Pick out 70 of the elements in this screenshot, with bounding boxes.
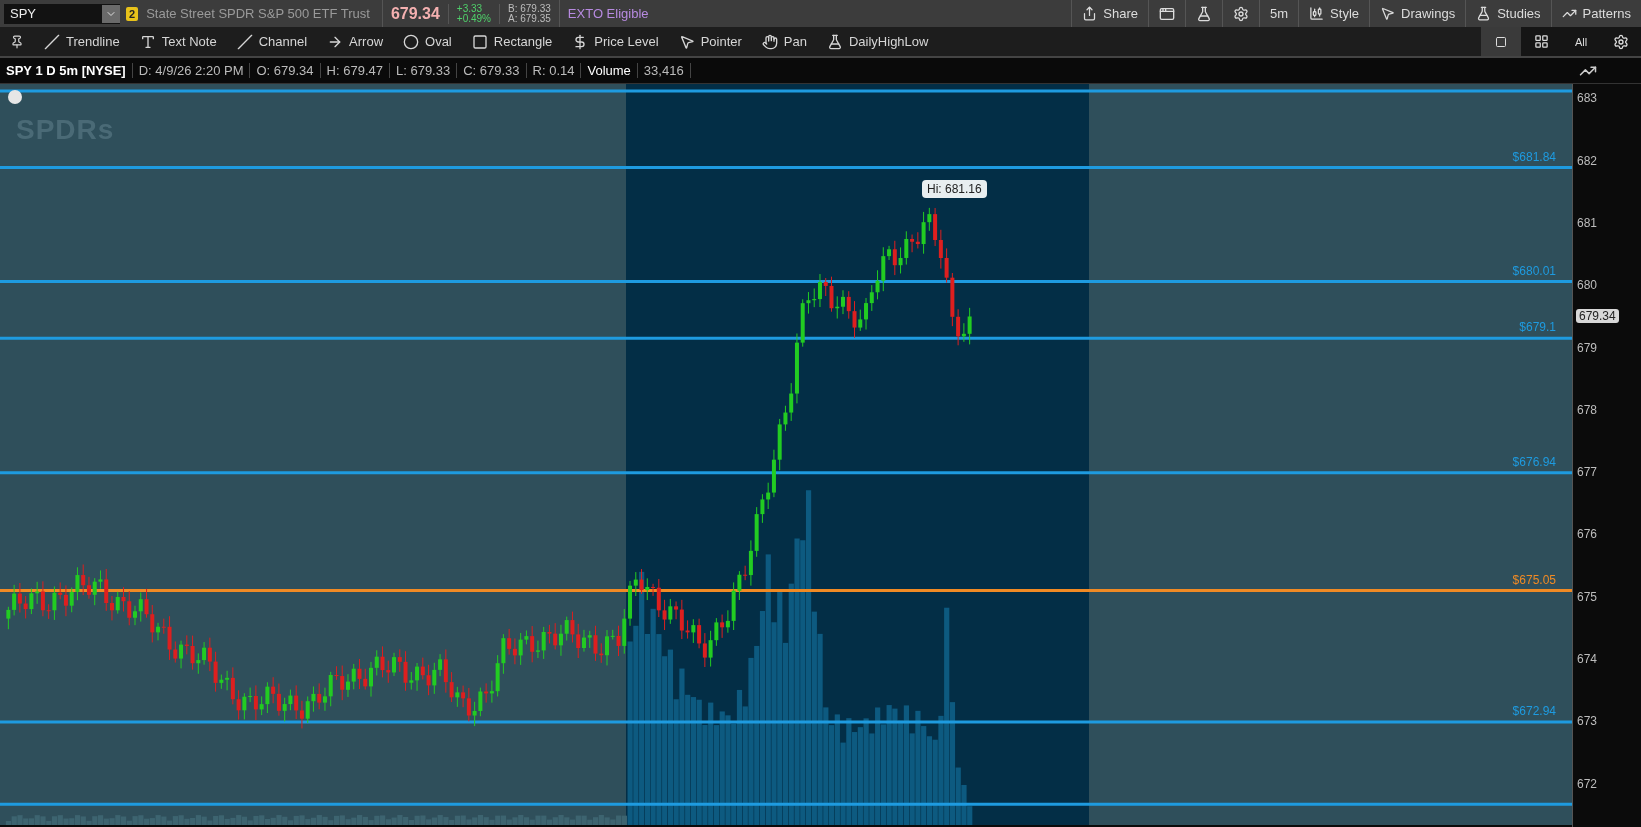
hand-icon bbox=[761, 33, 778, 50]
high-price-bubble: Hi: 681.16 bbox=[922, 180, 987, 198]
price-level-label: $680.01 bbox=[1512, 263, 1556, 278]
flask-icon bbox=[1476, 6, 1492, 21]
net-change: +3.33 bbox=[456, 3, 484, 14]
ohlc-value: D: 4/9/26 2:20 PM bbox=[132, 63, 251, 78]
drawing-tool-button[interactable]: Trendline bbox=[34, 27, 130, 56]
ohlc-value: O: 679.34 bbox=[250, 63, 321, 78]
price-axis-label: 678 bbox=[1577, 402, 1598, 417]
price-level-label: $675.05 bbox=[1512, 572, 1556, 587]
pointer-icon bbox=[1380, 6, 1395, 21]
share-icon bbox=[1082, 6, 1098, 21]
grid-layout-icon bbox=[1533, 34, 1549, 49]
percent-change: +0.49% bbox=[456, 13, 491, 24]
price-axis-label: 676 bbox=[1577, 527, 1598, 542]
link-group-badge[interactable]: 2 bbox=[126, 6, 139, 21]
drawing-tool-button[interactable]: Arrow bbox=[317, 27, 394, 56]
pointer-icon bbox=[678, 33, 695, 50]
price-axis-label: 680 bbox=[1577, 278, 1598, 293]
drawing-tool-button[interactable]: Pointer bbox=[668, 27, 752, 56]
settings-icon bbox=[1613, 33, 1629, 50]
last-price: 679.34 bbox=[389, 4, 441, 23]
bid-price: B: 679.33 bbox=[508, 3, 551, 14]
price-axis-label: 683 bbox=[1577, 91, 1598, 106]
volume-value: 33,416 bbox=[637, 63, 691, 78]
price-axis-label: 682 bbox=[1577, 153, 1598, 168]
last-price-badge: 679.34 bbox=[1576, 309, 1619, 324]
symbol-field[interactable]: SPY bbox=[4, 3, 120, 24]
chart-title: SPY 1 D 5m [NYSE] bbox=[0, 63, 133, 78]
ohlc-value: H: 679.47 bbox=[320, 63, 390, 78]
alert-window-icon bbox=[1159, 5, 1176, 22]
dropdown-button[interactable] bbox=[102, 4, 120, 23]
price-axis-label: 675 bbox=[1577, 589, 1598, 604]
ohlc-value: R: 0.14 bbox=[526, 63, 582, 78]
trendline-icon bbox=[44, 33, 60, 50]
price-level-label: $681.84 bbox=[1512, 149, 1556, 164]
price-axis-label: 679 bbox=[1577, 340, 1598, 355]
price-level-label: $672.94 bbox=[1512, 704, 1556, 719]
drawing-tool-button[interactable]: Text Note bbox=[129, 27, 227, 56]
price-axis-label: 672 bbox=[1577, 776, 1598, 791]
drawing-tool-button[interactable]: DailyHighLow bbox=[816, 27, 939, 56]
volume-label: Volume bbox=[581, 63, 638, 78]
pin-icon bbox=[10, 34, 24, 49]
price-axis-label: 674 bbox=[1577, 652, 1598, 666]
layout-button[interactable] bbox=[1601, 27, 1641, 56]
price-level-label: $679.1 bbox=[1519, 320, 1556, 335]
flask-icon bbox=[826, 33, 843, 50]
flask-icon bbox=[1196, 5, 1213, 22]
price-level-label: $676.94 bbox=[1512, 454, 1556, 469]
layout-button[interactable] bbox=[1481, 27, 1521, 56]
candlestick-icon bbox=[1309, 6, 1325, 21]
ohlc-value: L: 679.33 bbox=[389, 63, 458, 78]
ohlc-value: C: 679.33 bbox=[457, 63, 527, 78]
layout-button[interactable]: All bbox=[1561, 27, 1601, 56]
oval-icon bbox=[403, 33, 420, 50]
settings-icon bbox=[1233, 5, 1250, 22]
rectangle-icon bbox=[471, 33, 488, 50]
drawing-tool-button[interactable]: Pan bbox=[751, 27, 817, 56]
price-axis-label: 673 bbox=[1577, 714, 1598, 729]
text-icon bbox=[139, 33, 156, 50]
price-axis-label: 681 bbox=[1577, 215, 1598, 230]
ask-price: A: 679.35 bbox=[508, 13, 551, 24]
drawing-tool-button[interactable]: Oval bbox=[393, 27, 462, 56]
drawing-tool-button[interactable]: Price Level bbox=[562, 27, 669, 56]
drawing-tool-button[interactable]: Channel bbox=[226, 27, 318, 56]
channel-icon bbox=[236, 33, 253, 50]
price-axis-label: 677 bbox=[1577, 465, 1598, 480]
single-layout-icon bbox=[1495, 35, 1507, 48]
layout-button[interactable] bbox=[1521, 27, 1561, 56]
drawing-tool-button[interactable]: Rectangle bbox=[461, 27, 563, 56]
